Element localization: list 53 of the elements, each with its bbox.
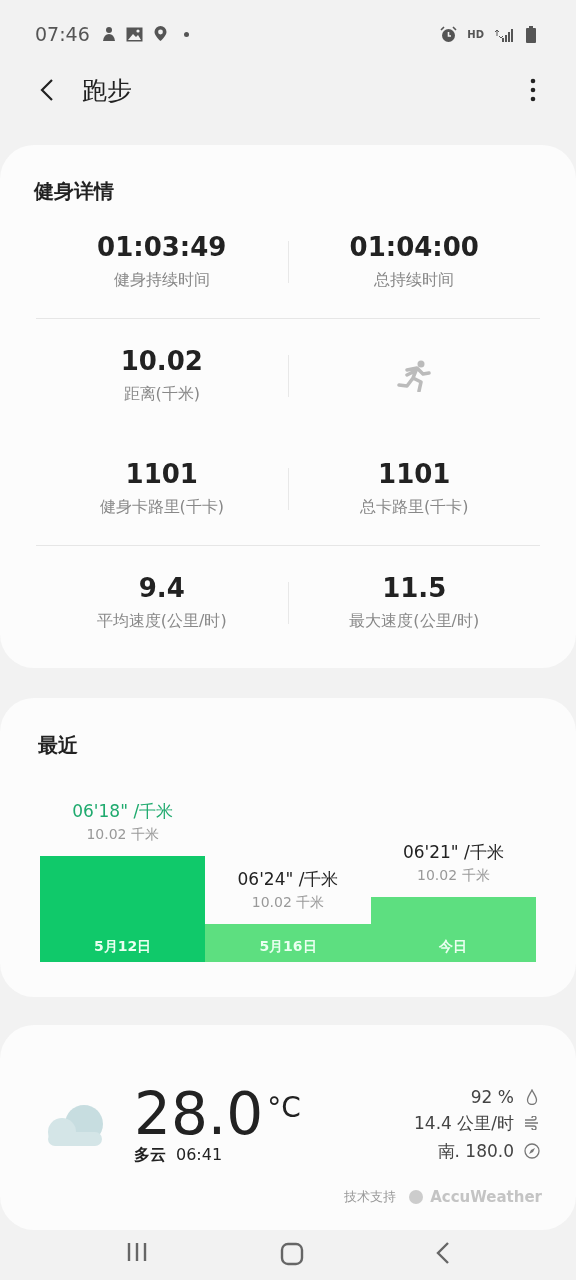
stat-value: 01:04:00 <box>349 232 479 262</box>
alarm-icon <box>440 25 458 43</box>
running-person-icon <box>397 359 432 392</box>
back-icon <box>436 1242 450 1264</box>
weather-condition: 多云 <box>134 1145 166 1166</box>
bar-date: 5月16日 <box>259 938 317 956</box>
stat-value: 1101 <box>378 459 451 489</box>
temperature: 28.0 <box>134 1083 264 1145</box>
image-icon <box>125 26 143 42</box>
droplet-icon <box>524 1088 540 1105</box>
wind-direction: 南. 180.0 <box>437 1139 514 1163</box>
battery-icon <box>526 25 536 43</box>
stat-label: 总持续时间 <box>374 270 455 291</box>
pace-value: 06'24" /千米 <box>237 868 339 891</box>
location-icon <box>152 25 168 43</box>
signal-icon <box>494 26 516 42</box>
stat-label: 距离(千米) <box>123 384 200 405</box>
more-options-icon <box>530 78 536 102</box>
update-time: 06:41 <box>176 1145 223 1166</box>
bar-date: 今日 <box>439 938 468 956</box>
stat-value: 1101 <box>125 459 198 489</box>
home-icon <box>280 1242 304 1266</box>
stat-label: 健身卡路里(千卡) <box>99 497 224 518</box>
credit-text: 技术支持 <box>344 1188 397 1206</box>
stat-label: 最大速度(公里/时) <box>349 611 480 632</box>
stat-label: 平均速度(公里/时) <box>96 611 227 632</box>
humidity-value: 92 % <box>470 1086 514 1107</box>
distance-value: 10.02 千米 <box>417 867 490 885</box>
stat-label: 健身持续时间 <box>113 270 210 291</box>
stat-value: 01:03:49 <box>97 232 227 262</box>
more-notifications-icon <box>183 31 189 37</box>
network-label: HD <box>467 28 484 40</box>
stat-value: 11.5 <box>382 573 447 603</box>
distance-value: 10.02 千米 <box>86 826 159 844</box>
compass-icon <box>524 1143 540 1159</box>
chevron-left-icon <box>40 78 54 102</box>
pace-value: 06'21" /千米 <box>402 841 504 864</box>
pace-value: 06'18" /千米 <box>72 800 174 823</box>
card-title: 健身详情 <box>34 178 115 205</box>
wind-speed: 14.4 公里/时 <box>414 1111 514 1135</box>
provider-logo-text[interactable]: AccuWeather <box>430 1188 542 1206</box>
card-title: 最近 <box>38 732 79 759</box>
distance-value: 10.02 千米 <box>251 894 325 912</box>
stat-value: 9.4 <box>138 573 185 603</box>
temperature-unit: °C <box>267 1091 301 1124</box>
recent-apps-icon <box>126 1242 148 1262</box>
stat-value: 10.02 <box>120 346 203 376</box>
bar-date: 5月12日 <box>94 938 152 956</box>
wind-icon <box>524 1116 540 1130</box>
status-time: 07:46 <box>35 23 90 45</box>
stat-label: 总卡路里(千卡) <box>360 497 469 518</box>
page-title: 跑步 <box>82 74 132 107</box>
notification-icon <box>101 26 116 42</box>
